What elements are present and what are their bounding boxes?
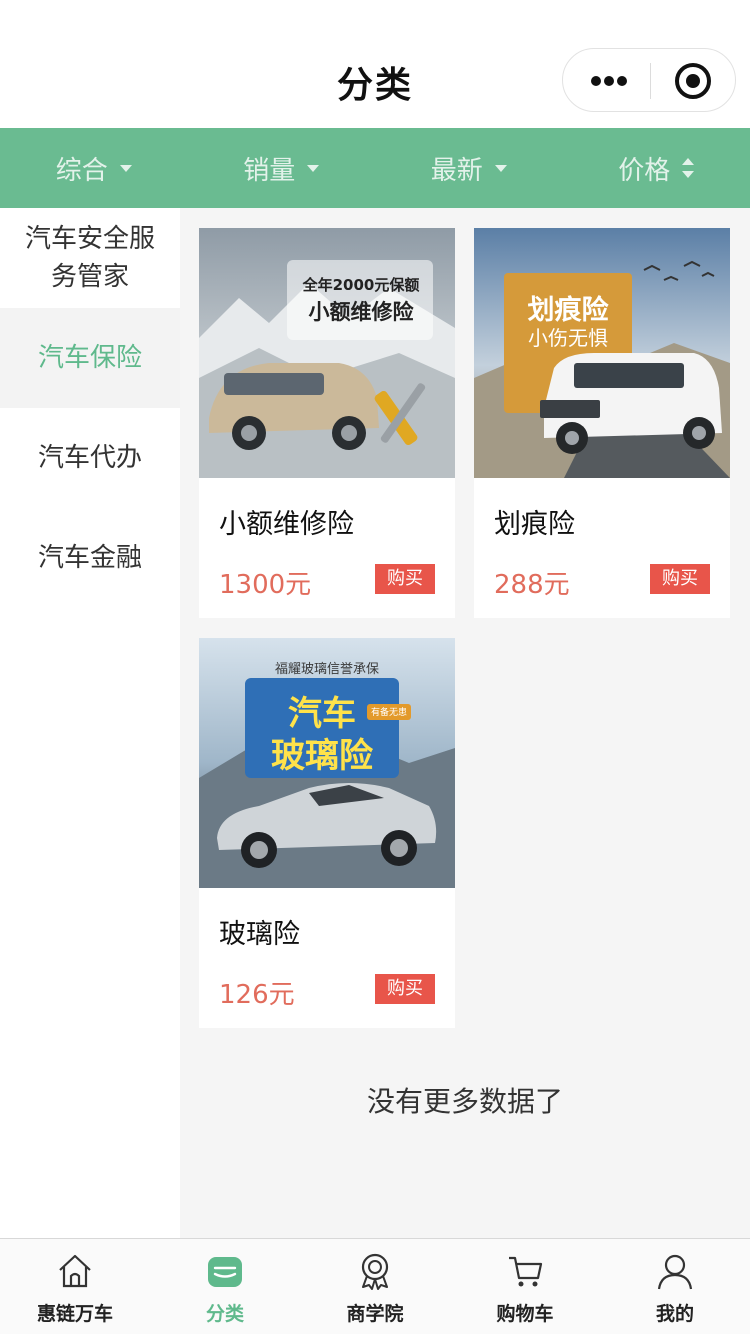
filter-label: 综合 — [55, 155, 108, 186]
product-name: 小额维修险 — [219, 509, 354, 540]
buy-button[interactable]: 购买 — [375, 564, 435, 594]
product-price: 288元 — [494, 570, 570, 600]
filter-label: 价格 — [618, 155, 671, 186]
product-price: 1300元 — [219, 570, 312, 600]
tab-label: 商学院 — [346, 1303, 404, 1325]
cart-icon — [509, 1256, 543, 1287]
product-list: 全年2000元保额 小额维修险 小额维修险 1300元 购买 划痕险 小伤无惧 … — [180, 208, 750, 1238]
filter-price[interactable]: 价格 — [563, 128, 750, 208]
tab-label: 我的 — [655, 1303, 694, 1325]
filter-composite[interactable]: 综合 — [0, 128, 188, 208]
image-text-line2: 小额维修险 — [308, 300, 414, 324]
sidebar-item-finance[interactable]: 汽车金融 — [0, 508, 180, 608]
product-card[interactable]: 福耀玻璃信誉承保 汽车 玻璃险 有备无患 玻璃险 126元 购买 — [199, 638, 455, 1028]
product-name: 玻璃险 — [219, 919, 300, 950]
mini-program-capsule — [562, 48, 736, 112]
home-icon — [59, 1254, 91, 1288]
filter-label: 最新 — [430, 155, 483, 186]
no-more-data-text: 没有更多数据了 — [366, 1085, 563, 1118]
buy-button[interactable]: 购买 — [375, 974, 435, 1004]
product-card[interactable]: 全年2000元保额 小额维修险 小额维修险 1300元 购买 — [199, 228, 455, 618]
sidebar-item-agency[interactable]: 汽车代办 — [0, 408, 180, 508]
sidebar-item-label: 汽车代办 — [37, 443, 142, 473]
bottom-tab-bar: 惠链万车 分类 商学院 购物车 我的 — [0, 1238, 750, 1334]
close-target-icon[interactable] — [675, 63, 711, 99]
tab-label: 分类 — [205, 1303, 244, 1325]
sidebar-item-car-insurance[interactable]: 汽车保险 — [0, 308, 180, 408]
filter-sales[interactable]: 销量 — [188, 128, 376, 208]
more-icon[interactable] — [589, 69, 629, 93]
product-image[interactable]: 福耀玻璃信誉承保 汽车 玻璃险 有备无患 — [199, 638, 455, 888]
tab-academy[interactable]: 商学院 — [300, 1239, 450, 1334]
product-price: 126元 — [219, 980, 295, 1010]
capsule-divider — [650, 63, 651, 99]
user-icon — [657, 1254, 693, 1290]
sidebar-item-label: 汽车保险 — [37, 343, 142, 373]
chevron-down-icon — [307, 164, 320, 172]
nav-header: 分类 — [0, 0, 750, 128]
scratch-insurance-image — [474, 228, 730, 478]
chevron-down-icon — [119, 164, 132, 172]
sidebar-item-safety-service[interactable]: 汽车安全服务管家 — [0, 208, 180, 308]
image-badge: 有备无患 — [370, 708, 407, 718]
image-text-top: 福耀玻璃信誉承保 — [274, 662, 379, 677]
tab-label: 惠链万车 — [36, 1303, 113, 1325]
chevron-down-icon — [494, 164, 507, 172]
filter-label: 销量 — [243, 155, 296, 186]
product-image[interactable]: 划痕险 小伤无惧 — [474, 228, 730, 478]
sidebar-item-label: 汽车安全服务管家 — [24, 224, 155, 292]
category-sidebar: 汽车安全服务管家 汽车保险 汽车代办 汽车金融 — [0, 208, 180, 1238]
award-icon — [361, 1253, 389, 1290]
repair-insurance-image — [199, 228, 455, 478]
tab-category[interactable]: 分类 — [150, 1239, 300, 1334]
product-card[interactable]: 划痕险 小伤无惧 划痕险 288元 购买 — [474, 228, 730, 618]
filter-bar: 综合 销量 最新 价格 — [0, 128, 750, 208]
image-text-line1: 全年2000元保额 — [302, 276, 420, 294]
category-icon — [208, 1257, 242, 1287]
filter-newest[interactable]: 最新 — [375, 128, 563, 208]
tab-cart[interactable]: 购物车 — [450, 1239, 600, 1334]
buy-button[interactable]: 购买 — [650, 564, 710, 594]
tab-home[interactable]: 惠链万车 — [0, 1239, 150, 1334]
tab-profile[interactable]: 我的 — [600, 1239, 750, 1334]
product-image[interactable]: 全年2000元保额 小额维修险 — [199, 228, 455, 478]
product-name: 划痕险 — [494, 509, 575, 540]
sort-icon — [682, 157, 695, 179]
image-text-line2: 小伤无惧 — [528, 326, 608, 350]
tab-label: 购物车 — [496, 1303, 554, 1325]
image-text-line2: 玻璃险 — [271, 736, 373, 776]
sidebar-item-label: 汽车金融 — [37, 543, 142, 573]
